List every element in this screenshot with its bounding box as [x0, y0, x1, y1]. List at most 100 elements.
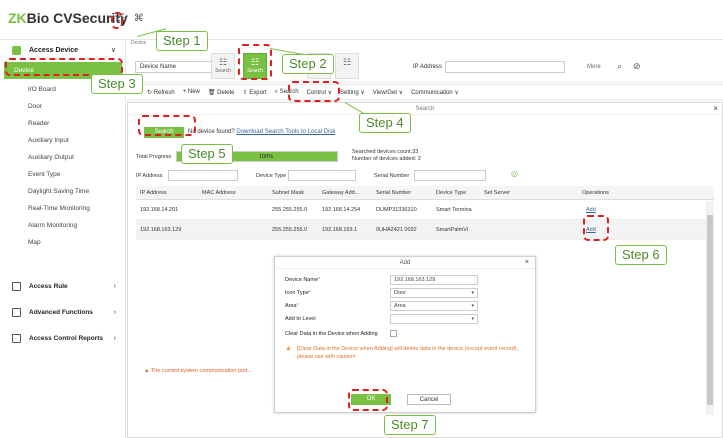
sidebar-group-access-rule[interactable]: Access Rule › [0, 276, 126, 296]
cell-serial: DUMP31336310 [376, 207, 417, 213]
export-button[interactable]: ⇧ Export [243, 89, 267, 96]
delete-button[interactable]: 🗑 Delete [208, 89, 235, 96]
communication-menu[interactable]: Communication ∨ [411, 89, 459, 96]
device-name-field[interactable]: 192.168.163.129 [390, 275, 478, 285]
top-header: ZKBio CVSecurity ☷ ⌘ [0, 0, 723, 40]
close-icon[interactable]: × [713, 103, 718, 115]
highlight-step-2 [238, 44, 272, 80]
icon-type-select[interactable]: Door ▾ [390, 288, 478, 298]
step-2-label: Step 2 [282, 54, 334, 74]
search-results-table: IP Address MAC Address Subnet Mask Gatew… [136, 186, 714, 240]
clear-icon[interactable]: ⊘ [633, 61, 641, 72]
chevron-down-icon: ∨ [110, 47, 116, 54]
col-subnet: Subnet Mask [272, 190, 305, 196]
sidebar-item-map[interactable]: Map [0, 234, 126, 251]
sidebar-item-alarm-monitoring[interactable]: Alarm Monitoring [0, 217, 126, 234]
action-toolbar: ↻ Refresh + New 🗑 Delete ⇧ Export ⌕ Sear… [127, 84, 723, 100]
clear-data-checkbox[interactable] [390, 330, 397, 337]
search-panel-title: Search × [128, 103, 722, 115]
sidebar-item-reader[interactable]: Reader [0, 115, 126, 132]
highlight-step-5 [138, 115, 196, 136]
dropdown-icon: ▾ [471, 303, 474, 309]
sidebar-group-access-reports[interactable]: Access Control Reports › [0, 328, 126, 348]
scrollbar-thumb[interactable] [707, 215, 713, 405]
settings-icon[interactable]: ⌘ [134, 13, 144, 24]
area-select[interactable]: Area ▾ [390, 301, 478, 311]
searched-count: Searched devices count:33 [352, 149, 419, 155]
advanced-functions-icon [12, 307, 21, 317]
filter-serial-input[interactable] [414, 170, 486, 181]
cell-type: SmartPalmVi [436, 227, 468, 233]
step-3-label: Step 3 [91, 74, 143, 94]
search-tool-button[interactable]: ☷ Search [211, 53, 235, 79]
highlight-step-1 [111, 12, 123, 29]
sidebar-item-realtime-monitoring[interactable]: Real-Time Monitoring [0, 200, 126, 217]
chevron-right-icon: › [113, 334, 116, 342]
progress-label: Total Progress [136, 154, 172, 160]
ip-address-label: IP Address [413, 64, 442, 70]
new-button[interactable]: + New [183, 89, 200, 95]
chevron-right-icon: › [113, 282, 116, 290]
highlight-step-4 [288, 81, 340, 102]
col-server: Set Server [484, 190, 510, 196]
sidebar-item-door[interactable]: Door [0, 98, 126, 115]
download-tools-link[interactable]: Download Search Tools to Local Disk [236, 129, 335, 135]
filter-type-label: Device Type [256, 173, 287, 179]
access-device-icon [12, 45, 21, 55]
ip-address-input[interactable] [445, 61, 565, 73]
sidebar-item-daylight-saving[interactable]: Daylight Saving Time [0, 183, 126, 200]
reports-icon [12, 333, 21, 343]
cell-gateway: 192.168.163.1 [322, 227, 358, 233]
add-to-level-label: Add to Level [285, 316, 316, 322]
sidebar-group-advanced-functions[interactable]: Advanced Functions › [0, 302, 126, 322]
cell-ip: 192.168.163.129 [140, 227, 182, 233]
refresh-button[interactable]: ↻ Refresh [147, 89, 175, 96]
tool-button-4[interactable]: ☷ [335, 53, 359, 79]
step-7-label: Step 7 [384, 415, 436, 435]
refresh-icon[interactable]: ◎ [511, 169, 518, 178]
close-icon[interactable]: × [525, 257, 529, 269]
highlight-step-6 [583, 215, 609, 241]
add-to-level-select[interactable]: ▾ [390, 314, 478, 324]
cell-subnet: 255.255.255.0 [272, 207, 308, 213]
col-operations: Operations [582, 190, 609, 196]
app-logo: ZKBio CVSecurity [8, 10, 128, 26]
more-filter-toggle[interactable]: More [587, 64, 601, 70]
add-device-dialog: Add × Device Name* 192.168.163.129 Icon … [274, 256, 536, 413]
table-row: 192.168.14.201 255.255.255.0 192.168.14.… [136, 200, 714, 220]
area-label: Area* [285, 303, 299, 309]
step-5-label: Step 5 [181, 144, 233, 164]
cell-gateway: 192.168.14.254 [322, 207, 361, 213]
scrollbar[interactable] [706, 201, 714, 415]
col-serial: Serial Number [376, 190, 412, 196]
cell-type: Smart Termina [436, 207, 472, 213]
search-icon[interactable]: ⌕ [617, 61, 622, 72]
sidebar-item-auxiliary-input[interactable]: Auxiliary Input [0, 132, 126, 149]
step-6-label: Step 6 [615, 245, 667, 265]
access-rule-icon [12, 281, 21, 291]
cell-ip: 192.168.14.201 [140, 207, 179, 213]
port-warning: ▲ The current system communication port.… [144, 368, 253, 374]
col-gateway: Gateway Add... [322, 190, 360, 196]
sidebar-module-access-device[interactable]: Access Device ∨ [0, 40, 126, 60]
cell-serial: 0UHA2421 0032 [376, 227, 417, 233]
filter-type-input[interactable] [288, 170, 356, 181]
view-get-menu[interactable]: View/Get ∨ [373, 89, 403, 96]
dropdown-icon: ▾ [471, 316, 474, 322]
filter-serial-label: Serial Number [374, 173, 410, 179]
clear-data-label: Clear Data in the Device when Adding [285, 331, 378, 337]
col-ip: IP Address [140, 190, 167, 196]
clear-data-warning: [Clear Data in the Device when Adding] w… [297, 346, 519, 360]
step-1-label: Step 1 [156, 31, 208, 51]
filter-ip-input[interactable] [168, 170, 238, 181]
tab-device[interactable]: Device [127, 40, 723, 49]
cancel-button[interactable]: Cancel [407, 394, 451, 405]
highlight-step-7 [348, 389, 388, 411]
setting-menu[interactable]: Setting ∨ [340, 89, 365, 96]
sidebar-item-auxiliary-output[interactable]: Auxiliary Output [0, 149, 126, 166]
icon-type-label: Icon Type* [285, 290, 311, 296]
sidebar: Access Device ∨ Device I/O Board Door Re… [0, 40, 126, 438]
chevron-right-icon: › [113, 308, 116, 316]
warning-icon: ▲ [285, 345, 292, 352]
sidebar-item-event-type[interactable]: Event Type [0, 166, 126, 183]
